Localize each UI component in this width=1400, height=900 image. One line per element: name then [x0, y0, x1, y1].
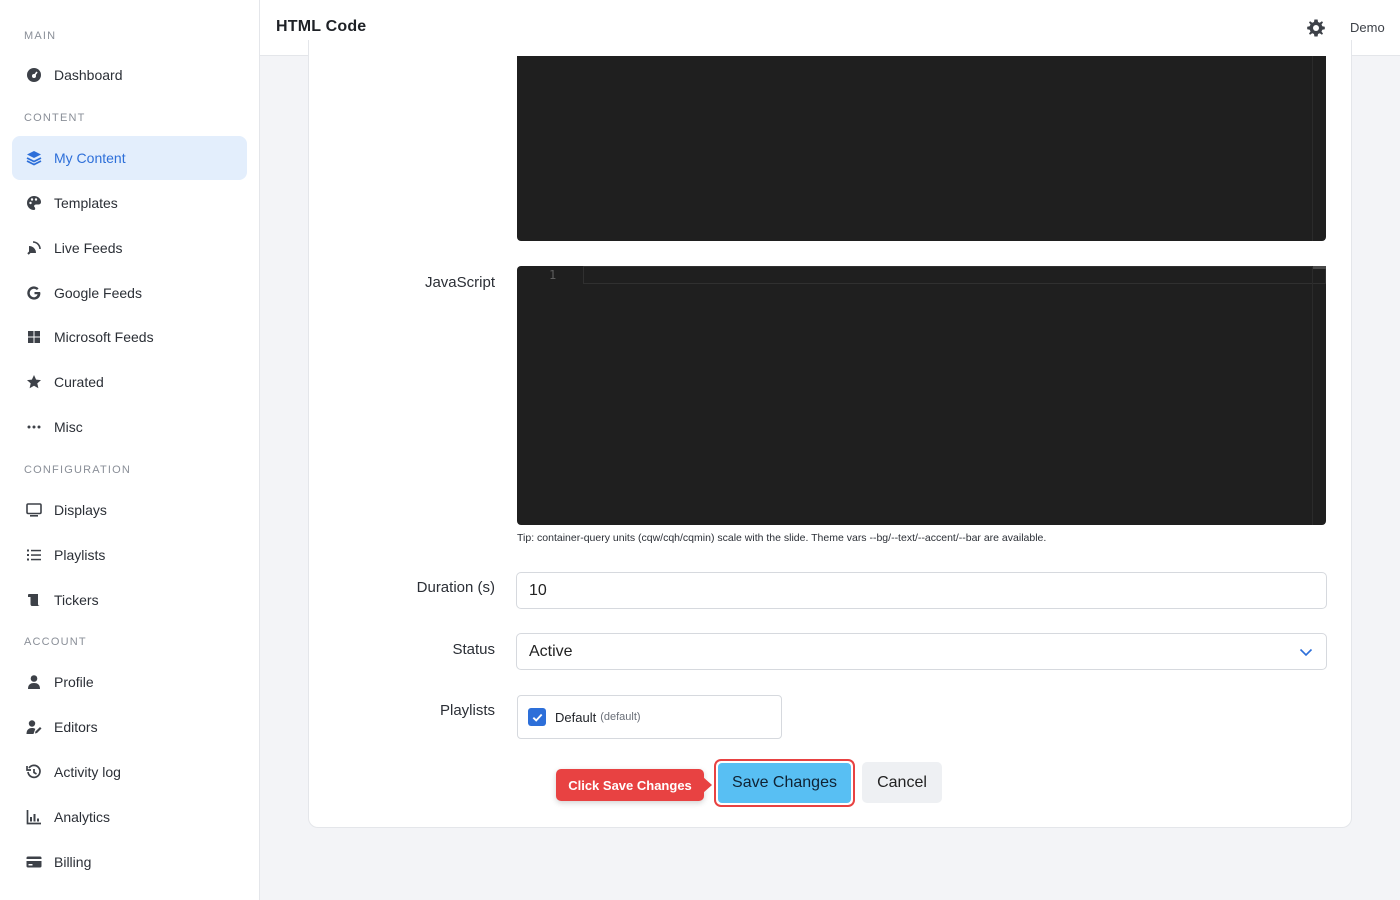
sidebar-item-label: Google Feeds [54, 285, 142, 301]
javascript-code-editor[interactable]: 1 [517, 266, 1326, 525]
sidebar: MAIN Dashboard CONTENT My Content Templa… [0, 0, 260, 900]
playlist-name: Default [555, 709, 597, 725]
duration-label: Duration (s) [416, 579, 495, 596]
sidebar-item-misc[interactable]: Misc [12, 405, 247, 449]
javascript-label: JavaScript [424, 274, 495, 291]
sidebar-item-tickers[interactable]: Tickers [12, 578, 247, 622]
sidebar-item-analytics[interactable]: Analytics [12, 795, 247, 839]
html-code-editor[interactable] [517, 56, 1326, 241]
list-icon [26, 547, 42, 563]
status-select[interactable]: Active [516, 633, 1327, 670]
checkmark-icon [532, 713, 542, 722]
status-value: Active [529, 642, 573, 660]
tooltip-arrow [703, 777, 712, 793]
sidebar-item-label: Billing [54, 854, 92, 870]
sidebar-item-label: Dashboard [54, 67, 123, 83]
credit-card-icon [26, 854, 42, 870]
user-icon [26, 674, 42, 690]
sidebar-item-label: Profile [54, 674, 94, 690]
user-edit-icon [26, 719, 42, 735]
sidebar-item-label: Analytics [54, 809, 111, 825]
ellipsis-icon [26, 419, 42, 435]
sidebar-item-label: Live Feeds [54, 240, 123, 256]
playlist-option-default: Default (default) [517, 695, 782, 739]
dashboard-icon [26, 67, 42, 83]
editor-scrollbar[interactable] [1312, 266, 1326, 525]
sidebar-item-google-feeds[interactable]: Google Feeds [12, 271, 247, 315]
sidebar-item-my-content[interactable]: My Content [12, 136, 247, 180]
sidebar-item-live-feeds[interactable]: Live Feeds [12, 226, 247, 270]
sidebar-item-label: Curated [54, 374, 104, 390]
chart-bar-icon [26, 809, 42, 825]
page-title: HTML Code [276, 18, 367, 35]
editor-scrollbar[interactable] [1312, 56, 1326, 241]
gear-icon[interactable] [1306, 18, 1326, 38]
sidebar-item-playlists[interactable]: Playlists [12, 533, 247, 577]
sidebar-item-label: Activity log [54, 764, 121, 780]
star-icon [26, 374, 42, 390]
section-label-main: MAIN [24, 30, 57, 42]
monitor-icon [26, 502, 42, 518]
sidebar-item-label: Displays [54, 502, 107, 518]
history-icon [26, 764, 42, 780]
section-label-configuration: CONFIGURATION [24, 464, 132, 476]
sidebar-item-billing[interactable]: Billing [12, 840, 247, 884]
sidebar-item-dashboard[interactable]: Dashboard [12, 53, 247, 97]
sidebar-item-label: Playlists [54, 547, 106, 563]
section-label-content: CONTENT [24, 112, 86, 124]
editor-tip: Tip: container-query units (cqw/cqh/cqmi… [517, 532, 1047, 544]
palette-icon [26, 195, 42, 211]
sidebar-item-label: Templates [54, 195, 118, 211]
cancel-button[interactable]: Cancel [862, 762, 942, 803]
duration-value: 10 [529, 581, 547, 599]
windows-icon [26, 329, 42, 345]
user-name[interactable]: Demo [1350, 20, 1385, 35]
sidebar-item-microsoft-feeds[interactable]: Microsoft Feeds [12, 315, 247, 359]
sidebar-item-displays[interactable]: Displays [12, 488, 247, 532]
playlist-checkbox[interactable] [528, 708, 546, 726]
chevron-down-icon [1298, 644, 1314, 660]
sidebar-item-label: Tickers [54, 592, 99, 608]
sidebar-item-editors[interactable]: Editors [12, 705, 247, 749]
scroll-icon [26, 592, 42, 608]
sidebar-item-label: Editors [54, 719, 98, 735]
guide-tooltip: Click Save Changes [556, 769, 704, 801]
google-icon [26, 285, 42, 301]
sidebar-item-label: Microsoft Feeds [54, 329, 154, 345]
sidebar-item-activity-log[interactable]: Activity log [12, 750, 247, 794]
playlist-default-tag: (default) [600, 711, 641, 723]
line-number: 1 [549, 268, 557, 282]
layers-icon [26, 150, 42, 166]
editor-scroll-thumb[interactable] [1313, 266, 1326, 269]
save-button[interactable]: Save Changes [718, 763, 851, 803]
sidebar-item-label: My Content [54, 150, 126, 166]
satellite-icon [26, 240, 42, 256]
section-label-account: ACCOUNT [24, 636, 87, 648]
active-line-highlight [583, 266, 1326, 284]
sidebar-item-profile[interactable]: Profile [12, 660, 247, 704]
sidebar-item-templates[interactable]: Templates [12, 181, 247, 225]
status-label: Status [452, 641, 495, 658]
playlists-label: Playlists [439, 702, 495, 719]
duration-input[interactable]: 10 [516, 572, 1327, 609]
sidebar-item-label: Misc [54, 419, 83, 435]
sidebar-item-curated[interactable]: Curated [12, 360, 247, 404]
